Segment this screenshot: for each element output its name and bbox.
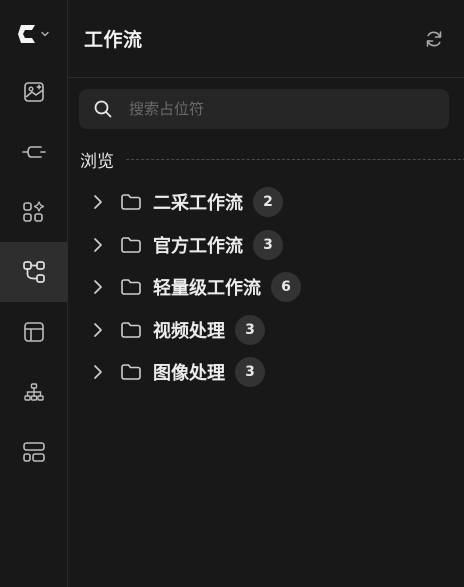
panel-header: 工作流 bbox=[68, 0, 464, 78]
refresh-icon bbox=[426, 30, 442, 47]
chevron-right-icon[interactable] bbox=[88, 279, 108, 295]
folder-icon bbox=[120, 321, 142, 339]
rail-apps[interactable] bbox=[0, 182, 68, 242]
folder-icon bbox=[120, 236, 142, 254]
folder-label: 官方工作流 bbox=[153, 235, 243, 257]
apps-sparkle-icon bbox=[22, 201, 44, 222]
folder-item[interactable]: 图像处理 3 bbox=[88, 351, 448, 394]
rail-layout[interactable] bbox=[0, 302, 68, 362]
folder-label: 二采工作流 bbox=[153, 193, 243, 215]
browse-section-header: 浏览 bbox=[80, 146, 464, 172]
layout-icon bbox=[23, 322, 44, 342]
chevron-right-icon[interactable] bbox=[88, 364, 108, 380]
folder-item[interactable]: 轻量级工作流 6 bbox=[88, 266, 448, 309]
count-badge: 3 bbox=[235, 314, 265, 345]
count-badge: 2 bbox=[253, 187, 283, 218]
folder-label: 视频处理 bbox=[153, 320, 225, 342]
folder-item[interactable]: 官方工作流 3 bbox=[88, 224, 448, 267]
chevron-right-icon[interactable] bbox=[88, 322, 108, 338]
refresh-button[interactable] bbox=[422, 27, 446, 51]
folder-tree: 二采工作流 2 官方工作流 3 轻量级工作流 6 视频处理 3 图像处理 3 bbox=[88, 181, 448, 394]
workflow-panel: 工作流 浏览 bbox=[68, 0, 464, 587]
folder-icon bbox=[120, 278, 142, 296]
panel-title: 工作流 bbox=[84, 29, 143, 51]
workflow-icon bbox=[22, 261, 45, 283]
chevron-right-icon[interactable] bbox=[88, 194, 108, 210]
logo-icon bbox=[18, 25, 35, 43]
rail-template[interactable] bbox=[0, 422, 68, 482]
folder-label: 图像处理 bbox=[153, 363, 225, 385]
chevron-right-icon[interactable] bbox=[88, 237, 108, 253]
rail-connector[interactable] bbox=[0, 122, 68, 182]
count-badge: 3 bbox=[253, 229, 283, 260]
rail-hierarchy[interactable] bbox=[0, 362, 68, 422]
count-badge: 3 bbox=[235, 357, 265, 388]
browse-divider bbox=[126, 158, 464, 160]
browse-label: 浏览 bbox=[80, 151, 114, 172]
hierarchy-icon bbox=[23, 383, 44, 401]
app-root: 工作流 浏览 bbox=[0, 0, 464, 587]
connector-icon bbox=[21, 146, 46, 158]
folder-label: 轻量级工作流 bbox=[153, 278, 261, 300]
folder-item[interactable]: 视频处理 3 bbox=[88, 309, 448, 352]
folder-icon bbox=[120, 363, 142, 381]
side-rail bbox=[0, 0, 68, 587]
chevron-down-icon bbox=[41, 31, 49, 37]
folder-icon bbox=[120, 193, 142, 211]
rail-workflow[interactable] bbox=[0, 242, 68, 302]
rail-image[interactable] bbox=[0, 62, 68, 122]
folder-item[interactable]: 二采工作流 2 bbox=[88, 181, 448, 224]
search-icon bbox=[94, 100, 112, 118]
template-icon bbox=[22, 442, 45, 462]
search-input[interactable] bbox=[127, 99, 421, 119]
count-badge: 6 bbox=[271, 272, 301, 303]
search-box[interactable] bbox=[79, 89, 449, 129]
image-icon bbox=[23, 82, 44, 102]
logo-menu[interactable] bbox=[0, 0, 68, 68]
